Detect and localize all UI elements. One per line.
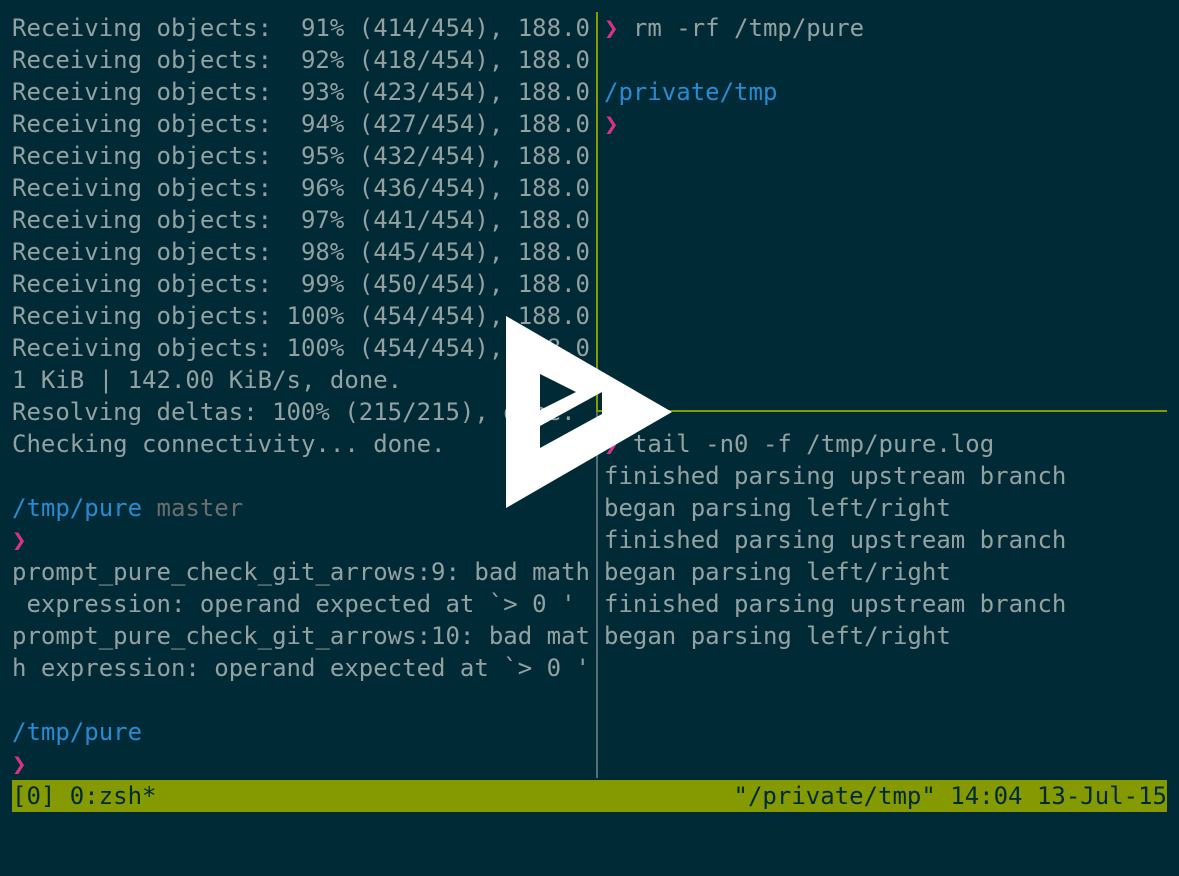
terminal-output-line: Receiving objects: 99% (450/454), 188.0 — [12, 270, 590, 298]
command-line: ❯ rm -rf /tmp/pure — [604, 12, 1179, 44]
terminal-output-line: Receiving objects: 92% (418/454), 188.0 — [12, 46, 590, 74]
pane-divider-horizontal[interactable] — [598, 410, 1167, 412]
error-line: expression: operand expected at `> 0 ' — [12, 590, 576, 618]
terminal-output-line: Receiving objects: 93% (423/454), 188.0 — [12, 78, 590, 106]
tmux-status-bar: [0] 0:zsh* "/private/tmp" 14:04 13-Jul-1… — [12, 780, 1167, 812]
command-text: rm -rf /tmp/pure — [632, 14, 865, 42]
terminal-output-line: Receiving objects: 91% (414/454), 188.0 — [12, 14, 590, 42]
terminal-output-line: Receiving objects: 95% (432/454), 188.0 — [12, 142, 590, 170]
error-line: prompt_pure_check_git_arrows:9: bad math — [12, 558, 590, 586]
log-line: finished parsing upstream branch — [604, 590, 1067, 618]
log-line: began parsing left/right — [604, 622, 951, 650]
prompt-symbol: ❯ — [604, 14, 619, 42]
prompt-path: /private/tmp — [604, 78, 778, 106]
command-line: ❯ tail -n0 -f /tmp/pure.log — [604, 428, 1179, 460]
command-text: tail -n0 -f /tmp/pure.log — [632, 430, 995, 458]
prompt-path: /tmp/pure — [12, 718, 143, 746]
prompt-symbol: ❯ — [604, 110, 619, 138]
play-icon[interactable] — [504, 316, 674, 510]
prompt-path: /tmp/pure — [12, 494, 143, 522]
right-top-terminal-pane[interactable]: ❯ rm -rf /tmp/pure /private/tmp ❯ — [604, 12, 1179, 408]
log-line: finished parsing upstream branch — [604, 526, 1067, 554]
log-line: began parsing left/right — [604, 558, 951, 586]
terminal-output-line: Receiving objects: 94% (427/454), 188.0 — [12, 110, 590, 138]
prompt-symbol: ❯ — [12, 750, 27, 778]
git-branch: master — [156, 494, 244, 522]
log-line: began parsing left/right — [604, 494, 951, 522]
error-line — [12, 684, 596, 716]
log-line: finished parsing upstream branch — [604, 462, 1067, 490]
right-bottom-terminal-pane[interactable]: ❯ tail -n0 -f /tmp/pure.log finished par… — [604, 428, 1179, 780]
terminal-output-line: Receiving objects: 98% (445/454), 188.0 — [12, 238, 590, 266]
window-list[interactable]: [0] 0:zsh* — [12, 780, 157, 812]
error-line: prompt_pure_check_git_arrows:10: bad mat — [12, 622, 590, 650]
terminal-output-line: Receiving objects: 96% (436/454), 188.0 — [12, 174, 590, 202]
prompt-symbol: ❯ — [12, 526, 27, 554]
error-line: h expression: operand expected at `> 0 ' — [12, 654, 590, 682]
status-info: "/private/tmp" 14:04 13-Jul-15 — [733, 782, 1167, 810]
terminal-output-line: Receiving objects: 97% (441/454), 188.0 — [12, 206, 590, 234]
